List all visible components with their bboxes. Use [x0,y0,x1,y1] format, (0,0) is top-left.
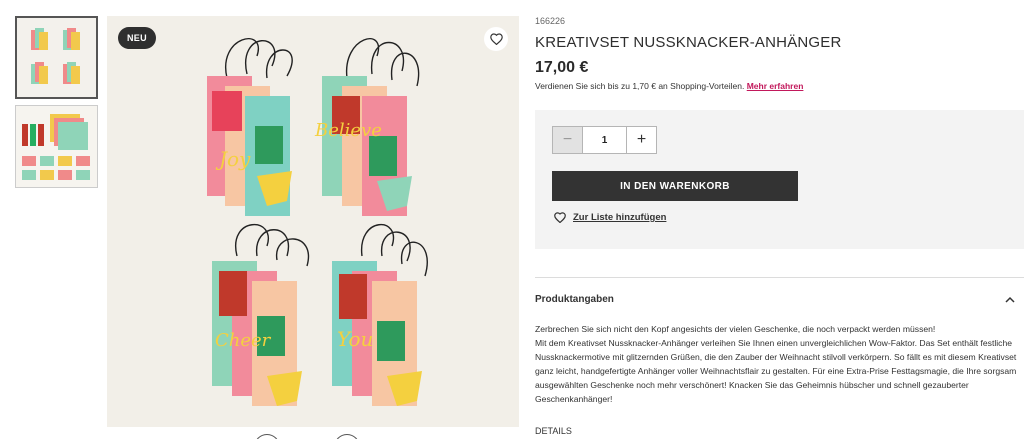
heart-icon [554,212,566,223]
chevron-up-icon [1005,296,1015,303]
product-description: Zerbrechen Sie sich nicht den Kopf anges… [535,322,1020,406]
thumbnail-2-image [16,106,97,187]
svg-text:Joy: Joy [215,147,251,171]
quantity-stepper: − + [552,126,657,154]
purchase-panel: − + IN DEN WARENKORB Zur Liste hinzufüge… [535,110,1024,249]
thumbnail-2[interactable] [15,105,98,188]
details-heading[interactable]: DETAILS [535,426,572,436]
thumbnail-1[interactable] [15,16,98,99]
new-badge: NEU [118,27,156,49]
svg-text:Cheer: Cheer [215,330,272,351]
svg-text:Believe: Believe [314,120,382,141]
learn-more-link[interactable]: Mehr erfahren [747,81,804,91]
product-info-accordion-header[interactable]: Produktangaben [535,294,1015,305]
rewards-info: Verdienen Sie sich bis zu 1,70 € an Shop… [535,81,803,91]
add-to-list-label: Zur Liste hinzufügen [573,212,667,223]
carousel-indicators [252,434,362,439]
add-to-cart-button[interactable]: IN DEN WARENKORB [552,171,798,201]
product-sku: 166226 [535,16,566,26]
heart-icon [489,33,503,45]
add-to-list-link[interactable]: Zur Liste hinzufügen [554,212,666,223]
rewards-text: Verdienen Sie sich bis zu 1,70 € an Shop… [535,81,745,91]
wishlist-heart-button[interactable] [484,27,508,51]
thumbnail-1-image [17,18,96,97]
section-divider [535,277,1024,278]
quantity-increase-button[interactable]: + [626,126,657,154]
carousel-dot-1[interactable] [254,434,280,439]
quantity-decrease-button[interactable]: − [552,126,583,154]
description-line-2: Mit dem Kreativset Nussknacker-Anhänger … [535,338,1017,404]
product-price: 17,00 € [535,59,589,76]
carousel-dot-2[interactable] [334,434,360,439]
svg-text:You: You [337,327,373,351]
description-line-1: Zerbrechen Sie sich nicht den Kopf anges… [535,324,936,334]
product-title: KREATIVSET NUSSKNACKER-ANHÄNGER [535,34,842,51]
section-title: Produktangaben [535,294,614,305]
product-photo: Joy Believe Cheer You [107,16,519,427]
quantity-input[interactable] [583,126,626,154]
product-main-image[interactable]: Joy Believe Cheer You NEU [107,16,519,427]
